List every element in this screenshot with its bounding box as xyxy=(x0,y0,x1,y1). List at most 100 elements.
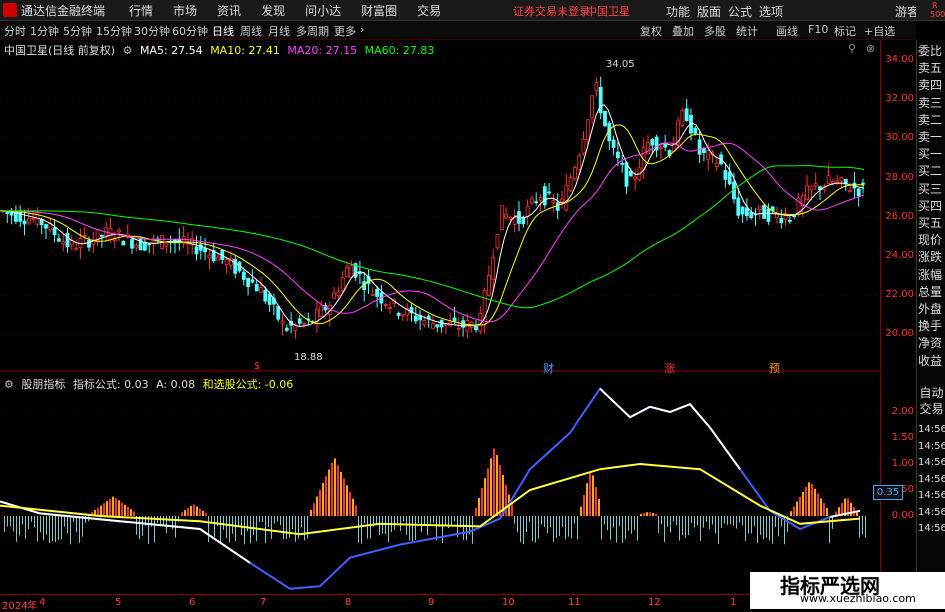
time-label: 14:56 xyxy=(918,523,945,534)
period-1min[interactable]: 1分钟 xyxy=(30,23,59,39)
time-label: 14:56 xyxy=(918,490,945,501)
event-mark-dividend[interactable]: $ xyxy=(254,361,260,372)
menu-ask[interactable]: 问小达 xyxy=(305,2,341,19)
add-watchlist-button[interactable]: +自选 xyxy=(864,23,895,39)
auto-trade-button[interactable]: 自动 交易 xyxy=(917,385,945,417)
candle-body xyxy=(26,218,31,224)
histogram-bar xyxy=(550,516,551,528)
histogram-bar xyxy=(454,516,455,522)
period-multi[interactable]: 多周期 xyxy=(296,23,329,39)
mark-button[interactable]: 标记 xyxy=(834,23,856,39)
period-5min[interactable]: 5分钟 xyxy=(63,23,92,39)
overlay-button[interactable]: 叠加 xyxy=(672,23,694,39)
date-tick: 4 xyxy=(39,597,46,608)
histogram-bar xyxy=(574,516,575,524)
histogram-bar xyxy=(577,516,578,540)
candle-body xyxy=(766,208,771,222)
menu-wealth[interactable]: 财富圈 xyxy=(361,2,397,19)
period-30min[interactable]: 30分钟 xyxy=(134,23,170,39)
histogram-bar xyxy=(478,497,480,516)
histogram-bar xyxy=(832,516,833,529)
cursor-value-tag: 0.35 xyxy=(873,485,903,500)
histogram-bar xyxy=(442,516,443,544)
candle-body xyxy=(831,181,835,184)
draw-button[interactable]: 画线 xyxy=(776,23,798,39)
candle-body xyxy=(727,171,732,185)
candle-body xyxy=(714,162,719,167)
histogram-bar xyxy=(70,516,71,545)
menu-layout[interactable]: 版面 xyxy=(697,3,721,20)
candle-body xyxy=(697,139,702,155)
histogram-bar xyxy=(43,516,44,541)
histogram-bar xyxy=(796,501,798,516)
candle-body xyxy=(44,224,48,229)
candle-body xyxy=(345,266,349,278)
candle-body xyxy=(254,283,259,292)
pin-icon[interactable]: ⚲ xyxy=(848,42,856,55)
period-intraday[interactable]: 分时 xyxy=(4,23,26,39)
histogram-bar xyxy=(697,516,698,526)
menu-market-quotes[interactable]: 行情 xyxy=(129,2,153,19)
histogram-bar xyxy=(4,516,5,532)
candle-body xyxy=(568,177,573,191)
menu-trade[interactable]: 交易 xyxy=(417,2,441,19)
chevron-right-icon[interactable]: › xyxy=(360,23,364,36)
candle-body xyxy=(603,110,607,127)
ma5-value: MA5: 27.54 xyxy=(139,44,203,57)
histogram-bar xyxy=(298,516,299,539)
histogram-bar xyxy=(262,516,263,522)
menu-options[interactable]: 选项 xyxy=(759,3,783,20)
histogram-bar xyxy=(52,516,53,542)
side-item-label[interactable]: 收益 xyxy=(918,352,945,372)
candle-body xyxy=(650,139,655,146)
candle-body xyxy=(839,177,844,182)
menu-formula[interactable]: 公式 xyxy=(728,3,752,20)
candle-body xyxy=(594,81,599,92)
candle-body xyxy=(263,289,268,302)
candlestick-chart[interactable] xyxy=(0,40,880,372)
histogram-bar xyxy=(148,516,149,544)
histogram-bar xyxy=(532,516,533,542)
candle-body xyxy=(130,239,134,249)
histogram-bar xyxy=(451,516,452,527)
histogram-bar xyxy=(583,494,585,516)
period-monthly[interactable]: 月线 xyxy=(268,23,290,39)
price-tick: 20.00 xyxy=(885,328,914,340)
histogram-bar xyxy=(28,516,29,530)
candle-body xyxy=(723,170,728,180)
indicator-tick: 2.00 xyxy=(891,406,914,417)
close-icon[interactable]: ⊗ xyxy=(866,42,875,55)
login-status[interactable]: 证券交易未登录 xyxy=(513,3,590,19)
indicator-name[interactable]: 股朋指标 xyxy=(21,378,65,391)
histogram-bar xyxy=(196,506,198,516)
menu-discover[interactable]: 发现 xyxy=(261,2,285,19)
menu-news[interactable]: 资讯 xyxy=(217,2,241,19)
histogram-bar xyxy=(814,488,816,516)
menu-market[interactable]: 市场 xyxy=(173,2,197,19)
candle-body xyxy=(499,205,504,231)
settings-icon[interactable]: ⚙ xyxy=(123,44,133,57)
candle-body xyxy=(616,151,620,159)
indicator-chart[interactable] xyxy=(0,373,880,591)
candle-body xyxy=(749,211,754,218)
histogram-bar xyxy=(319,489,321,516)
period-weekly[interactable]: 周线 xyxy=(240,23,262,39)
stats-button[interactable]: 统计 xyxy=(736,23,758,39)
f10-button[interactable]: F10 xyxy=(808,23,828,36)
date-tick: 7 xyxy=(260,597,267,608)
candle-body xyxy=(525,205,530,217)
adjust-button[interactable]: 复权 xyxy=(640,23,662,39)
menu-function[interactable]: 功能 xyxy=(666,3,690,20)
settings-icon[interactable]: ⚙ xyxy=(4,378,14,391)
histogram-bar xyxy=(547,516,548,534)
multi-stock-button[interactable]: 多股 xyxy=(704,23,726,39)
period-daily[interactable]: 日线 xyxy=(212,23,234,39)
histogram-bar xyxy=(259,516,260,522)
period-60min[interactable]: 60分钟 xyxy=(172,23,208,39)
histogram-bar xyxy=(706,516,707,522)
histogram-bar xyxy=(760,516,761,535)
period-15min[interactable]: 15分钟 xyxy=(96,23,132,39)
histogram-bar xyxy=(712,516,713,525)
histogram-bar xyxy=(526,516,527,533)
period-more[interactable]: 更多 xyxy=(334,23,356,39)
